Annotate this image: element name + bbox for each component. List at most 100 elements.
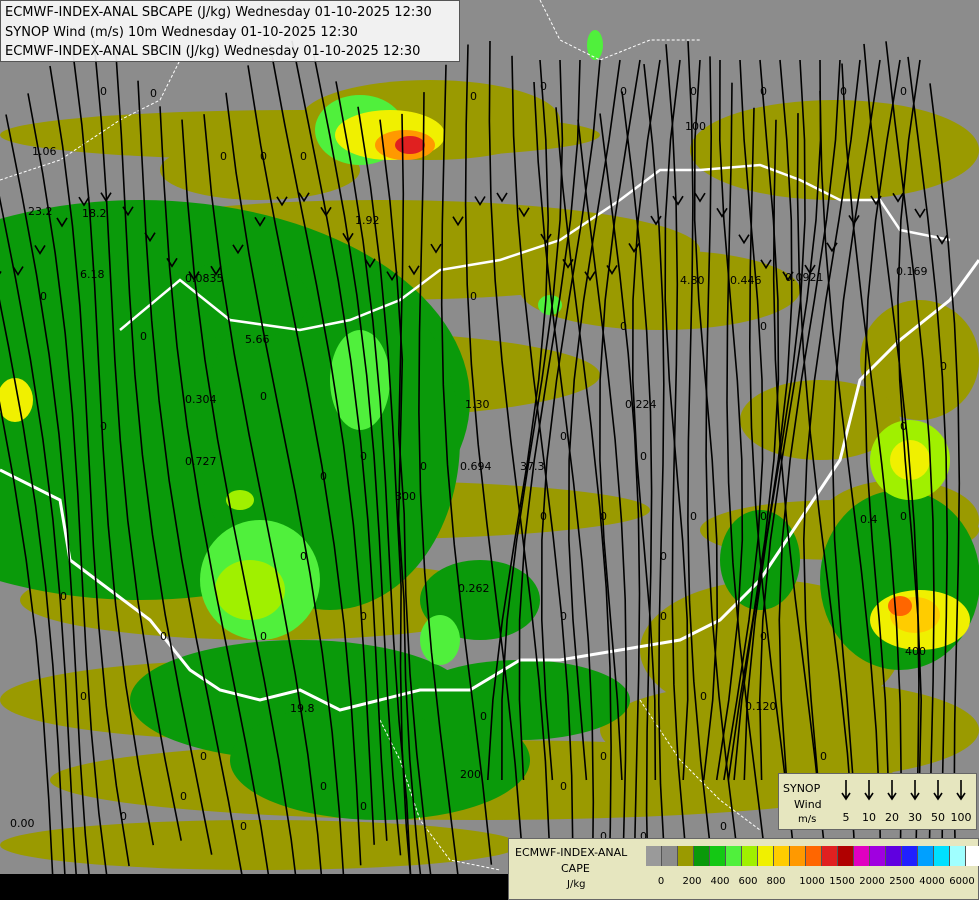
map-value-label: 0 [660,610,667,623]
synop-arrow-icon [954,778,968,806]
map-value-label: 0 [300,150,307,163]
map-value-label: 0 [320,780,327,793]
map-value-label: 0 [820,750,827,763]
cape-color-scale [646,846,979,866]
map-value-label: 6.18 [80,268,105,281]
cape-scale-tick: 200 [682,876,702,887]
map-value-label: 0 [560,430,567,443]
map-value-label: 0.4 [860,513,878,526]
title-cin: ECMWF-INDEX-ANAL SBCIN (J/kg) Wednesday … [5,44,421,59]
map-value-label: 0 [760,85,767,98]
title-cape: ECMWF-INDEX-ANAL SBCAPE (J/kg) Wednesday… [5,5,432,20]
cape-scale-tick: 400 [710,876,730,887]
map-value-label: 23.2 [28,205,53,218]
map-value-label: 0 [140,330,147,343]
map-value-label: 200 [460,768,481,781]
cape-color-swatch [950,846,966,866]
cape-color-swatch [886,846,902,866]
map-value-label: 18.2 [82,207,107,220]
cape-color-swatch [854,846,870,866]
map-value-label: 0 [260,150,267,163]
cape-color-legend: ECMWF-INDEX-ANAL CAPE J/kg 0 200 400 600 800… [508,838,979,900]
map-value-label: 0.0921 [785,271,824,284]
cape-peak-area [395,136,425,154]
map-value-label: 0 [80,690,87,703]
synop-legend-wind: Wind [794,798,822,811]
map-value-label: 0.0835 [185,272,224,285]
map-value-label: 0 [540,80,547,93]
synop-speed-label: 50 [931,811,945,824]
cape-color-swatch [870,846,886,866]
map-value-label: 0 [260,390,267,403]
map-value-label: 0 [180,790,187,803]
cape-color-swatch [918,846,934,866]
map-value-label: 0 [940,360,947,373]
map-viewer: 0 1.06 23.2 18.2 6.18 0.0835 5.66 0.304 0.727 1.9… [0,0,979,900]
map-value-label: 0 [720,820,727,833]
map-value-label: 0 [620,320,627,333]
cape-scale-tick: 2000 [859,876,885,887]
map-value-label: 0 [470,290,477,303]
map-value-label: 0 [540,510,547,523]
map-value-label: 0.262 [458,582,490,595]
map-value-label: 100 [685,120,706,133]
map-value-label: 0 [640,450,647,463]
synop-speed-label: 10 [862,811,876,824]
cape-color-swatch [966,846,979,866]
map-value-label: 0.304 [185,393,217,406]
synop-arrow-icon [885,778,899,806]
map-value-label: 0 [120,810,127,823]
map-value-label: 0.446 [730,274,762,287]
cape-color-swatch [694,846,710,866]
cape-color-swatch [758,846,774,866]
map-value-label: 0 [480,710,487,723]
map-value-label: 0 [840,85,847,98]
map-value-label: 0.694 [460,460,492,473]
cape-scale-tick: 0 [657,876,665,887]
map-value-label: 0 [690,85,697,98]
cape-peak-area [420,615,460,665]
cape-peak-area [587,30,603,60]
synop-speed-label: 20 [885,811,899,824]
map-value-label: 0 [260,630,267,643]
cape-scale-tick: 1000 [799,876,825,887]
map-value-label: 0 [600,750,607,763]
map-value-label: 0.120 [745,700,777,713]
cape-color-swatch [646,846,662,866]
cape-color-swatch [774,846,790,866]
cape-color-swatch [710,846,726,866]
cape-scale-tick: 2500 [889,876,915,887]
synop-speed-label: 30 [908,811,922,824]
map-value-label: 0 [900,510,907,523]
map-value-label: 4.80 [680,274,705,287]
map-value-label: 0 [900,420,907,433]
map-value-label: 0 [320,470,327,483]
cape-color-swatch [838,846,854,866]
map-value-label: 0.727 [185,455,217,468]
synop-speed-label: 5 [842,811,850,824]
map-value-label: 0 [470,90,477,103]
map-value-label: 0.00 [10,817,35,830]
synop-arrow-icon [862,778,876,806]
map-value-label: 19.8 [290,702,315,715]
map-value-label: 0 [300,550,307,563]
map-value-label: 0 [760,630,767,643]
cape-scale-tick: 4000 [919,876,945,887]
cape-color-swatch [934,846,950,866]
cape-legend-variable: CAPE [561,862,590,875]
map-value-label: 37.3 [520,460,545,473]
map-value-label: 0 [360,610,367,623]
map-value-label: 0 [560,610,567,623]
map-value-label: 0 [760,510,767,523]
synop-arrow-icon [839,778,853,806]
cape-scale-tick: 600 [738,876,758,887]
map-value-label: 0.224 [625,398,657,411]
cape-color-swatch [726,846,742,866]
synop-legend-title: SYNOP [783,782,821,795]
cape-map: 0 1.06 23.2 18.2 6.18 0.0835 5.66 0.304 0.727 1.9… [0,0,979,900]
map-value-label: 0 [60,590,67,603]
cape-scale-tick: 800 [766,876,786,887]
cape-legend-model: ECMWF-INDEX-ANAL [515,846,628,859]
cape-scale-tick: 6000 [949,876,975,887]
map-value-label: 0 [100,420,107,433]
